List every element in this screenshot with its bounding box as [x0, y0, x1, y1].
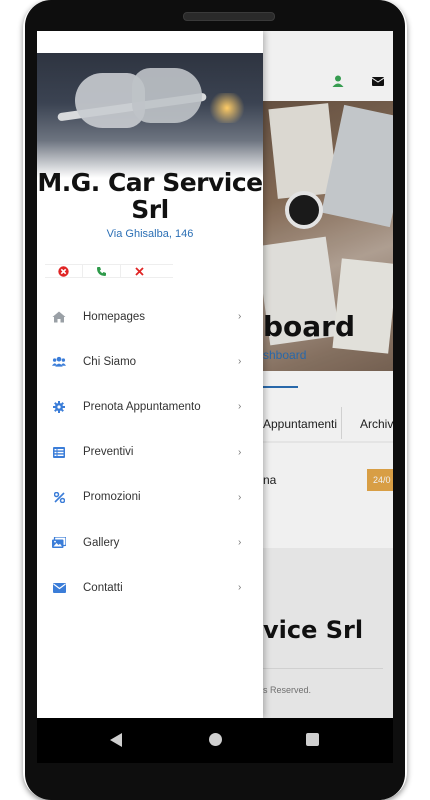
menu-item-label: Homepages: [83, 310, 146, 323]
drawer-header-image: [37, 53, 263, 178]
business-name: M.G. Car Service Srl: [37, 168, 263, 224]
home-button-icon[interactable]: [209, 733, 222, 746]
menu-item-homepages[interactable]: Homepages ›: [37, 294, 263, 339]
gear-icon: [53, 400, 65, 413]
phone-icon: [97, 266, 106, 276]
menu-item-promozioni[interactable]: Promozioni ›: [37, 475, 263, 520]
menu-item-gallery[interactable]: Gallery ›: [37, 520, 263, 565]
chevron-right-icon: ›: [238, 537, 242, 549]
drawer-scrim[interactable]: [263, 31, 393, 718]
chevron-right-icon: ›: [238, 356, 242, 368]
envelope-icon: [52, 582, 66, 593]
business-address[interactable]: Via Ghisalba, 146: [37, 228, 263, 240]
menu-item-label: Chi Siamo: [83, 355, 137, 368]
menu-item-chi-siamo[interactable]: Chi Siamo ›: [37, 339, 263, 384]
chevron-right-icon: ›: [238, 491, 242, 503]
list-icon: [53, 446, 65, 458]
menu-item-label: Contatti: [83, 581, 123, 594]
back-icon[interactable]: [110, 733, 122, 747]
phone-speaker: [183, 12, 275, 21]
contact-actions: [45, 264, 173, 278]
close-circle-button[interactable]: [45, 265, 83, 277]
close-button[interactable]: [121, 265, 158, 277]
menu-item-label: Promozioni: [83, 491, 141, 504]
drawer-menu: Homepages › Chi Siamo › Prenota Appuntam…: [37, 294, 263, 610]
navigation-drawer: M.G. Car Service Srl Via Ghisalba, 146 H…: [37, 31, 263, 718]
menu-item-label: Preventivi: [83, 446, 134, 459]
screen: board shboard Appuntamenti Archiv na 24/…: [37, 31, 393, 718]
menu-item-label: Prenota Appuntamento: [83, 400, 201, 413]
menu-item-preventivi[interactable]: Preventivi ›: [37, 430, 263, 475]
users-icon: [52, 357, 66, 367]
recent-apps-icon[interactable]: [306, 733, 319, 746]
menu-item-contatti[interactable]: Contatti ›: [37, 565, 263, 610]
chevron-right-icon: ›: [238, 446, 242, 458]
home-icon: [52, 311, 66, 323]
chevron-right-icon: ›: [238, 311, 242, 323]
close-circle-icon: [58, 265, 69, 277]
images-icon: [52, 537, 66, 549]
chevron-right-icon: ›: [238, 401, 242, 413]
menu-item-prenota-appuntamento[interactable]: Prenota Appuntamento ›: [37, 384, 263, 429]
close-icon: [135, 266, 144, 276]
phone-button[interactable]: [83, 265, 121, 277]
percent-icon: [53, 491, 65, 503]
chevron-right-icon: ›: [238, 582, 242, 594]
menu-item-label: Gallery: [83, 536, 120, 549]
